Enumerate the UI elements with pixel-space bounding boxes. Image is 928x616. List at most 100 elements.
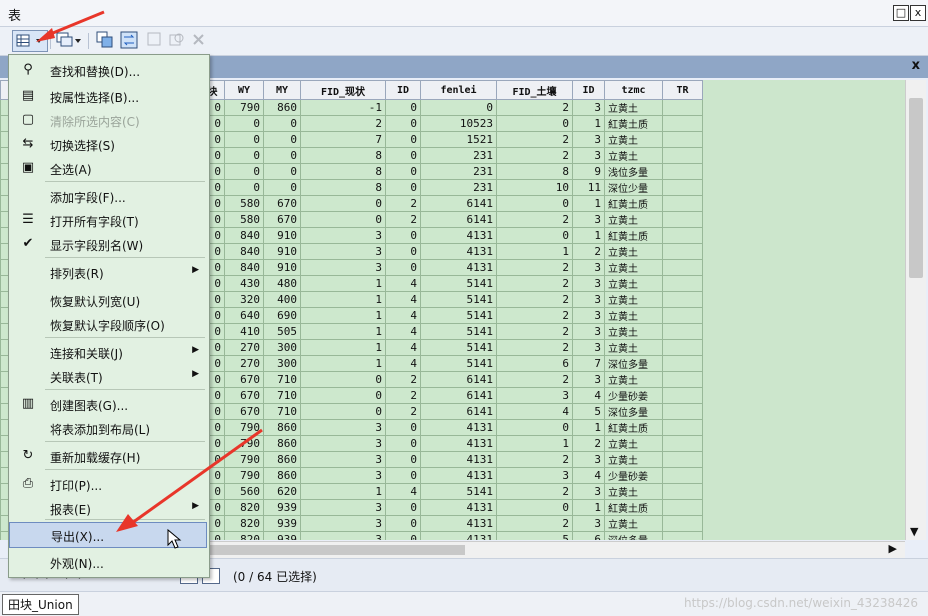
table-cell[interactable]: 3 [300, 243, 386, 260]
table-cell[interactable] [662, 99, 703, 116]
table-cell[interactable]: 820 [224, 531, 264, 540]
table-cell[interactable]: 480 [263, 275, 301, 292]
table-cell[interactable]: -1 [300, 99, 386, 116]
table-cell[interactable]: 3 [300, 259, 386, 276]
table-cell[interactable]: 3 [572, 147, 605, 164]
table-cell[interactable]: 4 [385, 323, 421, 340]
table-cell[interactable]: 2 [385, 371, 421, 388]
table-cell[interactable]: 立黄土 [604, 451, 663, 468]
table-cell[interactable]: 0 [496, 419, 573, 436]
table-cell[interactable]: 1 [300, 307, 386, 324]
table-cell[interactable]: 790 [224, 99, 264, 116]
table-cell[interactable]: 立黄土 [604, 243, 663, 260]
table-cell[interactable]: 深位多量 [604, 355, 663, 372]
table-cell[interactable]: 0 [385, 147, 421, 164]
table-cell[interactable]: 8 [300, 179, 386, 196]
table-cell[interactable]: 690 [263, 307, 301, 324]
table-cell[interactable]: 5141 [420, 323, 497, 340]
table-cell[interactable]: 0 [385, 531, 421, 540]
table-cell[interactable]: 3 [496, 467, 573, 484]
table-cell[interactable]: 1 [300, 291, 386, 308]
table-cell[interactable] [662, 323, 703, 340]
related-tables-button[interactable] [56, 31, 81, 49]
table-cell[interactable]: 立黄土 [604, 483, 663, 500]
table-cell[interactable]: 4131 [420, 467, 497, 484]
table-cell[interactable]: 紅黄土质 [604, 115, 663, 132]
table-cell[interactable] [662, 499, 703, 516]
scroll-thumb[interactable] [909, 98, 923, 278]
table-cell[interactable]: 4131 [420, 227, 497, 244]
table-cell[interactable] [662, 339, 703, 356]
table-cell[interactable]: 2 [496, 275, 573, 292]
column-header[interactable]: TR [662, 80, 703, 100]
table-cell[interactable]: 立黄土 [604, 147, 663, 164]
table-cell[interactable]: 0 [385, 227, 421, 244]
table-cell[interactable]: 580 [224, 211, 264, 228]
table-cell[interactable]: 紅黄土质 [604, 227, 663, 244]
table-cell[interactable]: 11 [572, 179, 605, 196]
table-cell[interactable]: 560 [224, 483, 264, 500]
table-cell[interactable]: 820 [224, 515, 264, 532]
table-cell[interactable] [662, 531, 703, 540]
table-cell[interactable] [662, 515, 703, 532]
table-cell[interactable]: 2 [496, 515, 573, 532]
table-cell[interactable]: 立黄土 [604, 323, 663, 340]
table-cell[interactable]: 1 [496, 243, 573, 260]
column-header[interactable]: ID [572, 80, 605, 100]
table-cell[interactable] [662, 227, 703, 244]
table-cell[interactable]: 1 [572, 195, 605, 212]
table-cell[interactable]: 939 [263, 499, 301, 516]
table-cell[interactable]: 790 [224, 419, 264, 436]
table-cell[interactable]: 5 [572, 403, 605, 420]
menu-item-4[interactable]: ▣ 全选(A) [9, 156, 207, 180]
table-cell[interactable]: 立黄土 [604, 307, 663, 324]
table-options-button[interactable] [12, 30, 48, 52]
table-cell[interactable]: 4131 [420, 259, 497, 276]
table-cell[interactable]: 深位少量 [604, 179, 663, 196]
table-cell[interactable]: 4 [385, 483, 421, 500]
table-cell[interactable]: 6 [572, 531, 605, 540]
table-cell[interactable]: 0 [496, 499, 573, 516]
table-cell[interactable] [662, 387, 703, 404]
table-cell[interactable]: 3 [496, 387, 573, 404]
table-cell[interactable]: 立黄土 [604, 211, 663, 228]
table-cell[interactable]: 0 [224, 163, 264, 180]
menu-item-16[interactable]: ⎙ 打印(P)... [9, 472, 207, 496]
table-cell[interactable]: 670 [263, 211, 301, 228]
table-cell[interactable]: 0 [263, 115, 301, 132]
table-cell[interactable]: 2 [496, 451, 573, 468]
table-cell[interactable]: 2 [496, 211, 573, 228]
table-cell[interactable] [662, 435, 703, 452]
table-cell[interactable] [662, 403, 703, 420]
table-cell[interactable]: 5 [496, 531, 573, 540]
table-cell[interactable]: 2 [496, 147, 573, 164]
table-cell[interactable]: 少量砂姜 [604, 467, 663, 484]
table-cell[interactable]: 立黄土 [604, 99, 663, 116]
table-cell[interactable]: 860 [263, 451, 301, 468]
menu-item-export[interactable]: 导出(X)... [9, 522, 207, 548]
table-cell[interactable]: 3 [300, 499, 386, 516]
table-cell[interactable]: 2 [496, 131, 573, 148]
table-cell[interactable]: 3 [572, 291, 605, 308]
table-cell[interactable]: 1521 [420, 131, 497, 148]
table-cell[interactable]: 3 [572, 483, 605, 500]
table-cell[interactable]: 1 [496, 435, 573, 452]
table-cell[interactable]: 4 [572, 387, 605, 404]
table-cell[interactable]: 紅黄土质 [604, 499, 663, 516]
table-cell[interactable]: 深位多量 [604, 403, 663, 420]
table-cell[interactable]: 3 [300, 451, 386, 468]
table-cell[interactable]: 620 [263, 483, 301, 500]
delete-selected-tool[interactable] [190, 31, 208, 49]
table-cell[interactable] [662, 115, 703, 132]
table-cell[interactable]: 860 [263, 99, 301, 116]
table-cell[interactable]: 0 [385, 243, 421, 260]
table-cell[interactable]: 939 [263, 531, 301, 540]
table-cell[interactable]: 3 [572, 371, 605, 388]
table-cell[interactable]: 270 [224, 355, 264, 372]
table-cell[interactable]: 紅黄土质 [604, 195, 663, 212]
horizontal-scrollbar[interactable]: ▶ [205, 541, 905, 558]
table-cell[interactable]: 505 [263, 323, 301, 340]
table-cell[interactable]: 0 [300, 211, 386, 228]
table-cell[interactable] [662, 243, 703, 260]
table-cell[interactable]: 2 [496, 339, 573, 356]
